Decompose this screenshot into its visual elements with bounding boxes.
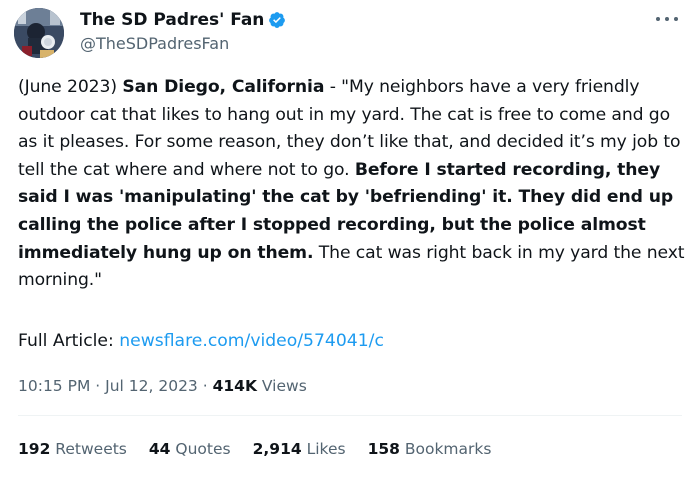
tweet-date[interactable]: Jul 12, 2023: [105, 377, 198, 395]
meta-separator: ·: [95, 377, 101, 395]
author-name-row: The SD Padres' Fan: [80, 9, 286, 31]
retweets-count: 192: [18, 440, 51, 458]
bookmarks-label: Bookmarks: [404, 440, 492, 458]
author-handle[interactable]: @TheSDPadresFan: [80, 34, 229, 53]
tweet-text: (June 2023) San Diego, California - "My …: [18, 74, 686, 295]
divider: [18, 415, 682, 416]
retweets-label: Retweets: [55, 440, 127, 458]
full-article-label: Full Article:: [18, 331, 120, 351]
quotes-label: Quotes: [175, 440, 231, 458]
views-label: Views: [261, 377, 307, 395]
meta-separator: ·: [202, 377, 208, 395]
likes-label: Likes: [306, 440, 346, 458]
bookmarks-stat[interactable]: 158 Bookmarks: [368, 437, 492, 461]
author-display-name[interactable]: The SD Padres' Fan: [80, 10, 264, 30]
views-count: 414K: [212, 377, 257, 395]
likes-count: 2,914: [252, 440, 302, 458]
tweet-text-segment: (June 2023): [18, 77, 123, 97]
avatar-image: [14, 8, 64, 58]
engagement-stats: 192 Retweets 44 Quotes 2,914 Likes 158 B…: [18, 437, 513, 461]
more-options-icon[interactable]: [656, 10, 678, 28]
article-link[interactable]: newsflare.com/video/574041/c: [119, 331, 384, 351]
retweets-stat[interactable]: 192 Retweets: [18, 437, 127, 461]
tweet-card: The SD Padres' Fan @TheSDPadresFan (June…: [0, 0, 700, 479]
tweet-time[interactable]: 10:15 PM: [18, 377, 90, 395]
verified-badge-icon: [268, 11, 286, 29]
likes-stat[interactable]: 2,914 Likes: [253, 437, 346, 461]
avatar[interactable]: [14, 8, 64, 58]
quotes-count: 44: [148, 440, 171, 458]
quotes-stat[interactable]: 44 Quotes: [149, 437, 231, 461]
full-article-line: Full Article: newsflare.com/video/574041…: [18, 328, 384, 356]
tweet-meta: 10:15 PM · Jul 12, 2023 · 414K Views: [18, 374, 307, 398]
tweet-text-segment-bold: San Diego, California: [122, 77, 325, 97]
bookmarks-count: 158: [367, 440, 400, 458]
